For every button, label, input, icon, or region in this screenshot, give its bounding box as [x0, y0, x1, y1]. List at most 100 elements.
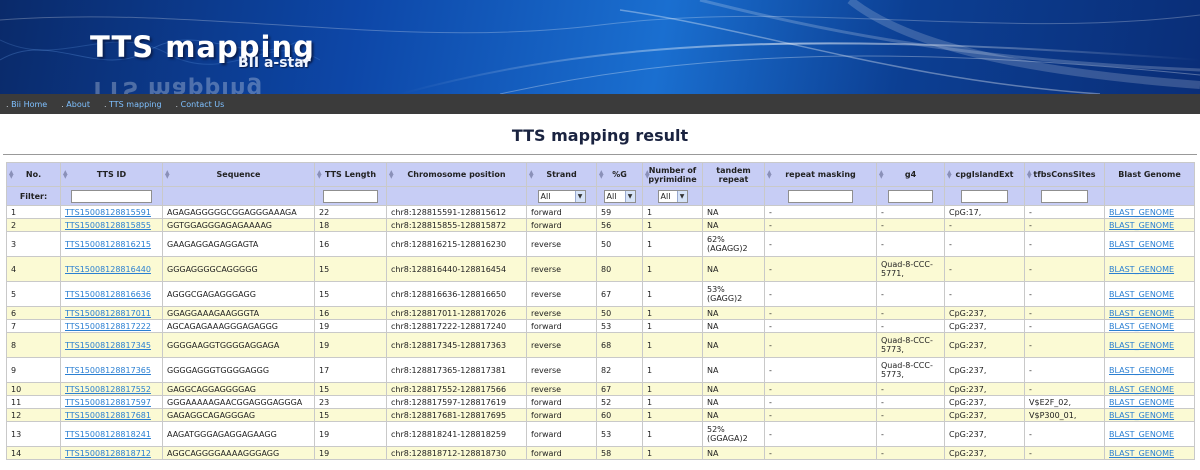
- col-header-g4[interactable]: ▲ ▼ g4: [876, 162, 945, 187]
- cell-cpg-island: CpG:17,: [944, 205, 1025, 219]
- col-header-no[interactable]: ▲ ▼ No.: [6, 162, 61, 187]
- col-header-tts-id[interactable]: ▲ ▼ TTS ID: [60, 162, 163, 187]
- cell-strand: reverse: [526, 256, 597, 282]
- blast-genome-link[interactable]: BLAST_GENOME: [1109, 366, 1174, 375]
- col-header-sequence[interactable]: ▲ ▼ Sequence: [162, 162, 315, 187]
- tts-id-link[interactable]: TTS15008128815591: [65, 208, 151, 217]
- filter-cpg-input[interactable]: [961, 189, 1008, 203]
- cell-tts-id: TTS15008128815591: [60, 205, 163, 219]
- filter-cell-strand: All ▼: [526, 186, 597, 206]
- cell-pyrimidine: 1: [642, 205, 703, 219]
- col-header-blast-genome[interactable]: Blast Genome: [1104, 162, 1195, 187]
- filter-repeat-masking-input[interactable]: [787, 189, 854, 203]
- sort-icon: ▲ ▼: [317, 169, 322, 180]
- col-header-tts-length[interactable]: ▲ ▼ TTS Length: [314, 162, 387, 187]
- table-row: 5 TTS15008128816636 AGGGCGAGAGGGAGG 15 chr8:…: [6, 281, 1195, 307]
- col-header-percent-g[interactable]: ▲ ▼ %G: [596, 162, 643, 187]
- cell-repeat-masking: -: [764, 281, 877, 307]
- tts-id-link[interactable]: TTS15008128817011: [65, 309, 151, 318]
- tts-id-link[interactable]: TTS15008128817222: [65, 322, 151, 331]
- cell-percent-g: 56: [596, 218, 643, 232]
- cell-g4: -: [876, 205, 945, 219]
- filter-cell-cpg: [944, 186, 1025, 206]
- blast-genome-link[interactable]: BLAST_GENOME: [1109, 322, 1174, 331]
- blast-genome-link[interactable]: BLAST_GENOME: [1109, 341, 1174, 350]
- cell-no: 6: [6, 306, 61, 320]
- blast-genome-link[interactable]: BLAST_GENOME: [1109, 430, 1174, 439]
- cell-sequence: GGGAAAAAGAACGGAGGGAGGGA: [162, 395, 315, 409]
- nav-tts-mapping-link[interactable]: TTS mapping: [104, 100, 161, 109]
- tts-id-link[interactable]: TTS15008128817345: [65, 341, 151, 350]
- tts-id-link[interactable]: TTS15008128817365: [65, 366, 151, 375]
- filter-pyrimidine-select[interactable]: All ▼: [657, 189, 688, 203]
- filter-cell-repeat-masking: [764, 186, 877, 206]
- cell-percent-g: 80: [596, 256, 643, 282]
- cell-pyrimidine: 1: [642, 421, 703, 447]
- cell-g4: -: [876, 395, 945, 409]
- cell-tts-id: TTS15008128815855: [60, 218, 163, 232]
- filter-tfbs-input[interactable]: [1041, 189, 1088, 203]
- cell-tandem-repeat: 53% (GAGG)2: [702, 281, 765, 307]
- blast-genome-link[interactable]: BLAST_GENOME: [1109, 385, 1174, 394]
- cell-repeat-masking: -: [764, 256, 877, 282]
- cell-tfbs: V$P300_01,: [1024, 408, 1105, 422]
- cell-tandem-repeat: NA: [702, 256, 765, 282]
- tts-id-link[interactable]: TTS15008128817597: [65, 398, 151, 407]
- blast-genome-link[interactable]: BLAST_GENOME: [1109, 265, 1174, 274]
- table-row: 2 TTS15008128815855 GGTGGAGGGAGAGAAAAG 18 ch…: [6, 218, 1195, 232]
- tts-id-link[interactable]: TTS15008128817552: [65, 385, 151, 394]
- tts-id-link[interactable]: TTS15008128818241: [65, 430, 151, 439]
- nav-home-link[interactable]: Bii Home: [6, 100, 47, 109]
- tts-id-link[interactable]: TTS15008128818712: [65, 449, 151, 458]
- tts-id-link[interactable]: TTS15008128817681: [65, 411, 151, 420]
- cell-no: 10: [6, 382, 61, 396]
- blast-genome-link[interactable]: BLAST_GENOME: [1109, 240, 1174, 249]
- cell-cpg-island: CpG:237,: [944, 408, 1025, 422]
- cell-sequence: GGTGGAGGGAGAGAAAAG: [162, 218, 315, 232]
- cell-pyrimidine: 1: [642, 218, 703, 232]
- cell-sequence: GGGGAAGGTGGGGAGGAGA: [162, 332, 315, 358]
- blast-genome-link[interactable]: BLAST_GENOME: [1109, 309, 1174, 318]
- col-header-chromosome-position[interactable]: ▲ ▼ Chromosome position: [386, 162, 527, 187]
- cell-blast-genome: BLAST_GENOME: [1104, 421, 1195, 447]
- cell-chromosome-position: chr8:128817681-128817695: [386, 408, 527, 422]
- blast-genome-link[interactable]: BLAST_GENOME: [1109, 398, 1174, 407]
- sort-icon: ▲ ▼: [599, 169, 604, 180]
- filter-strand-select[interactable]: All ▼: [537, 189, 586, 203]
- col-header-pyrimidine[interactable]: ▲ ▼ Number of pyrimidine: [642, 162, 703, 187]
- cell-tandem-repeat: NA: [702, 357, 765, 383]
- col-header-tandem-repeat[interactable]: tandem repeat: [702, 162, 765, 187]
- blast-genome-link[interactable]: BLAST_GENOME: [1109, 221, 1174, 230]
- banner-subtitle: BII a-star: [238, 55, 311, 71]
- filter-g4-input[interactable]: [888, 189, 933, 203]
- col-header-repeat-masking[interactable]: ▲ ▼ repeat masking: [764, 162, 877, 187]
- cell-g4: -: [876, 421, 945, 447]
- blast-genome-link[interactable]: BLAST_GENOME: [1109, 411, 1174, 420]
- cell-tts-length: 19: [314, 332, 387, 358]
- page-title: TTS mapping result: [511, 126, 689, 145]
- col-header-tfbs[interactable]: ▲ ▼ tfbsConsSites: [1024, 162, 1105, 187]
- cell-no: 3: [6, 231, 61, 257]
- cell-strand: reverse: [526, 281, 597, 307]
- nav-about-link[interactable]: About: [61, 100, 90, 109]
- filter-tts-id-input[interactable]: [70, 189, 153, 203]
- tts-id-link[interactable]: TTS15008128816636: [65, 290, 151, 299]
- col-header-strand[interactable]: ▲ ▼ Strand: [526, 162, 597, 187]
- tts-id-link[interactable]: TTS15008128815855: [65, 221, 151, 230]
- cell-tfbs: -: [1024, 231, 1105, 257]
- blast-genome-link[interactable]: BLAST_GENOME: [1109, 208, 1174, 217]
- tts-id-link[interactable]: TTS15008128816215: [65, 240, 151, 249]
- filter-percent-g-select[interactable]: All ▼: [603, 189, 636, 203]
- cell-strand: forward: [526, 421, 597, 447]
- filter-tts-length-input[interactable]: [322, 189, 379, 203]
- blast-genome-link[interactable]: BLAST_GENOME: [1109, 290, 1174, 299]
- blast-genome-link[interactable]: BLAST_GENOME: [1109, 449, 1174, 458]
- title-divider: [3, 154, 1197, 155]
- nav-bar: Bii Home About TTS mapping Contact Us: [0, 94, 1200, 114]
- sort-icon: ▲ ▼: [9, 169, 14, 180]
- nav-contact-link[interactable]: Contact Us: [176, 100, 225, 109]
- cell-tandem-repeat: NA: [702, 319, 765, 333]
- tts-id-link[interactable]: TTS15008128816440: [65, 265, 151, 274]
- col-header-cpg-island[interactable]: ▲ ▼ cpgIslandExt: [944, 162, 1025, 187]
- cell-tfbs: -: [1024, 421, 1105, 447]
